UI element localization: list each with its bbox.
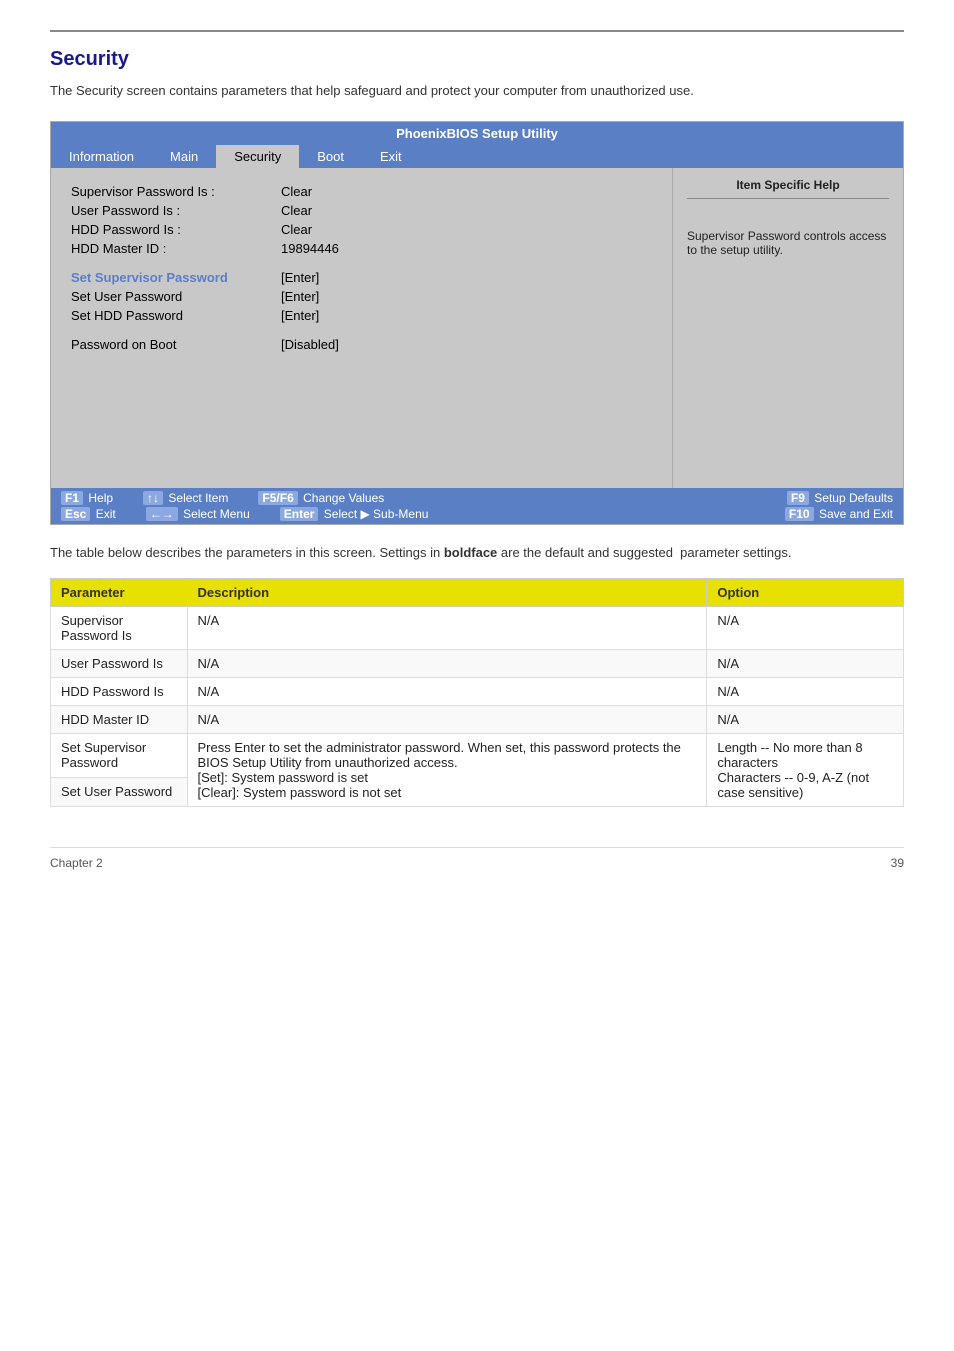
footer-key-leftright: ←→ xyxy=(146,507,178,521)
set-supervisor-password-value: [Enter] xyxy=(281,270,319,285)
set-supervisor-password-label: Set Supervisor Password xyxy=(71,270,271,285)
bios-box: PhoenixBIOS Setup Utility Information Ma… xyxy=(50,121,904,525)
bios-left-panel: Supervisor Password Is : Clear User Pass… xyxy=(51,168,673,488)
footer-updown-select-item: ↑↓ Select Item xyxy=(143,491,228,505)
page-title: Security xyxy=(50,30,904,71)
bios-nav: Information Main Security Boot Exit xyxy=(51,145,903,168)
footer-section-left-1: F1 Help ↑↓ Select Item F5/F6 Change Valu… xyxy=(61,491,384,505)
intro-text: The Security screen contains parameters … xyxy=(50,81,904,101)
footer-enter-submenu: Enter Select ▶ Sub-Menu xyxy=(280,507,429,521)
table-cell-param: User Password Is xyxy=(51,650,188,678)
table-cell-option-combined: Length -- No more than 8 characters Char… xyxy=(707,734,904,807)
footer-section-left-2: Esc Exit ←→ Select Menu Enter Select ▶ S… xyxy=(61,507,428,521)
table-cell-desc-combined: Press Enter to set the administrator pas… xyxy=(187,734,707,807)
password-on-boot-value: [Disabled] xyxy=(281,337,339,352)
table-cell-desc: N/A xyxy=(187,650,707,678)
set-user-password-field[interactable]: Set User Password [Enter] xyxy=(71,289,652,304)
supervisor-password-label: Supervisor Password Is : xyxy=(71,184,271,199)
footer-key-enter: Enter xyxy=(280,507,319,521)
footer-key-esc: Esc xyxy=(61,507,90,521)
footer-f9-setup: F9 Setup Defaults xyxy=(787,491,893,505)
item-specific-help-content: Supervisor Password controls access to t… xyxy=(687,229,889,257)
supervisor-password-field: Supervisor Password Is : Clear xyxy=(71,184,652,199)
table-cell-param: HDD Password Is xyxy=(51,678,188,706)
user-password-label: User Password Is : xyxy=(71,203,271,218)
footer-label-select-submenu: Select ▶ Sub-Menu xyxy=(324,507,429,521)
table-header-option: Option xyxy=(707,579,904,607)
table-cell-option: N/A xyxy=(707,678,904,706)
bios-body: Supervisor Password Is : Clear User Pass… xyxy=(51,168,903,488)
chapter-label: Chapter 2 xyxy=(50,856,103,870)
footer-f10-save: F10 Save and Exit xyxy=(785,507,893,521)
password-on-boot-field[interactable]: Password on Boot [Disabled] xyxy=(71,337,652,352)
table-cell-option: N/A xyxy=(707,607,904,650)
table-row: Supervisor Password Is N/A N/A xyxy=(51,607,904,650)
nav-item-main[interactable]: Main xyxy=(152,145,216,168)
table-row: User Password Is N/A N/A xyxy=(51,650,904,678)
footer-label-change-values: Change Values xyxy=(303,491,384,505)
table-cell-desc: N/A xyxy=(187,607,707,650)
footer-section-right-2: F10 Save and Exit xyxy=(785,507,893,521)
table-row: Set Supervisor Password Press Enter to s… xyxy=(51,734,904,778)
footer-key-f10: F10 xyxy=(785,507,814,521)
table-cell-param-set-user: Set User Password xyxy=(51,778,188,807)
footer-label-select-item: Select Item xyxy=(168,491,228,505)
parameter-table: Parameter Description Option Supervisor … xyxy=(50,578,904,807)
bios-right-panel: Item Specific Help Supervisor Password c… xyxy=(673,168,903,488)
footer-f5f6-change: F5/F6 Change Values xyxy=(258,491,384,505)
footer-label-save-exit: Save and Exit xyxy=(819,507,893,521)
footer-esc-exit: Esc Exit xyxy=(61,507,116,521)
item-specific-help-title: Item Specific Help xyxy=(687,178,889,199)
hdd-master-id-label: HDD Master ID : xyxy=(71,241,271,256)
bios-footer: F1 Help ↑↓ Select Item F5/F6 Change Valu… xyxy=(51,488,903,524)
table-header-description: Description xyxy=(187,579,707,607)
footer-label-setup-defaults: Setup Defaults xyxy=(814,491,893,505)
footer-key-f9: F9 xyxy=(787,491,809,505)
nav-item-boot[interactable]: Boot xyxy=(299,145,362,168)
footer-key-f5f6: F5/F6 xyxy=(258,491,297,505)
bios-title-bar: PhoenixBIOS Setup Utility xyxy=(51,122,903,145)
supervisor-password-value: Clear xyxy=(281,184,312,199)
page-footer: Chapter 2 39 xyxy=(50,847,904,870)
footer-key-f1: F1 xyxy=(61,491,83,505)
password-on-boot-label: Password on Boot xyxy=(71,337,271,352)
hdd-password-value: Clear xyxy=(281,222,312,237)
table-cell-param: HDD Master ID xyxy=(51,706,188,734)
user-password-value: Clear xyxy=(281,203,312,218)
footer-section-right-1: F9 Setup Defaults xyxy=(787,491,893,505)
table-row: HDD Password Is N/A N/A xyxy=(51,678,904,706)
hdd-password-label: HDD Password Is : xyxy=(71,222,271,237)
table-row: HDD Master ID N/A N/A xyxy=(51,706,904,734)
hdd-master-id-value: 19894446 xyxy=(281,241,339,256)
nav-item-information[interactable]: Information xyxy=(51,145,152,168)
table-cell-option: N/A xyxy=(707,650,904,678)
footer-key-updown: ↑↓ xyxy=(143,491,163,505)
set-hdd-password-label: Set HDD Password xyxy=(71,308,271,323)
set-user-password-value: [Enter] xyxy=(281,289,319,304)
desc-text: The table below describes the parameters… xyxy=(50,543,904,563)
user-password-field: User Password Is : Clear xyxy=(71,203,652,218)
page-number: 39 xyxy=(891,856,904,870)
bios-footer-row-1: F1 Help ↑↓ Select Item F5/F6 Change Valu… xyxy=(61,491,893,505)
set-hdd-password-value: [Enter] xyxy=(281,308,319,323)
set-user-password-label: Set User Password xyxy=(71,289,271,304)
nav-item-exit[interactable]: Exit xyxy=(362,145,420,168)
footer-label-exit: Exit xyxy=(96,507,116,521)
set-hdd-password-field[interactable]: Set HDD Password [Enter] xyxy=(71,308,652,323)
footer-f1-help: F1 Help xyxy=(61,491,113,505)
table-cell-param-set-supervisor: Set Supervisor Password xyxy=(51,734,188,778)
table-cell-option: N/A xyxy=(707,706,904,734)
set-supervisor-password-field[interactable]: Set Supervisor Password [Enter] xyxy=(71,270,652,285)
hdd-master-id-field: HDD Master ID : 19894446 xyxy=(71,241,652,256)
bios-footer-row-2: Esc Exit ←→ Select Menu Enter Select ▶ S… xyxy=(61,507,893,521)
table-cell-desc: N/A xyxy=(187,678,707,706)
nav-item-security[interactable]: Security xyxy=(216,145,299,168)
table-cell-desc: N/A xyxy=(187,706,707,734)
footer-label-help: Help xyxy=(88,491,113,505)
footer-label-select-menu: Select Menu xyxy=(183,507,250,521)
table-cell-param: Supervisor Password Is xyxy=(51,607,188,650)
footer-leftright-menu: ←→ Select Menu xyxy=(146,507,250,521)
hdd-password-field: HDD Password Is : Clear xyxy=(71,222,652,237)
table-header-parameter: Parameter xyxy=(51,579,188,607)
